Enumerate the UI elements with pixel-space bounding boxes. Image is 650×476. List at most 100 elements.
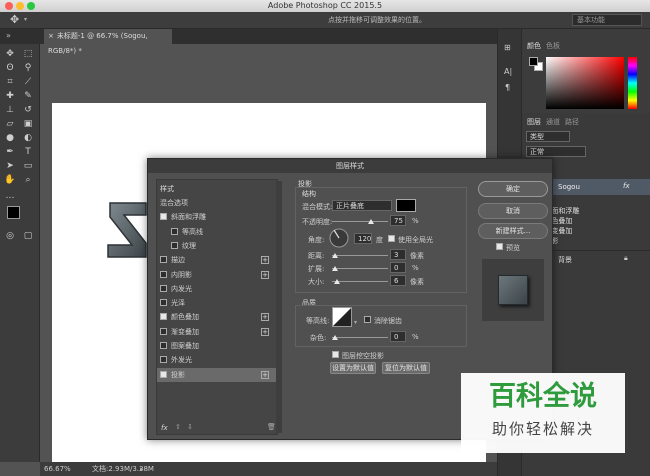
- tab-layers[interactable]: 图层: [527, 117, 541, 127]
- noise-slider-knob[interactable]: [332, 335, 338, 340]
- color-field[interactable]: [546, 57, 624, 109]
- type-icon[interactable]: T: [22, 146, 34, 158]
- style-row[interactable]: 等高线: [157, 225, 277, 239]
- add-style-fx-icon[interactable]: fx: [161, 424, 168, 432]
- marquee-icon[interactable]: ⬚: [22, 48, 34, 60]
- character-panel-icon[interactable]: A|: [504, 67, 512, 76]
- more-tools-icon[interactable]: …: [4, 190, 16, 202]
- pen-icon[interactable]: ✒: [4, 146, 16, 158]
- opacity-slider-track[interactable]: [332, 221, 388, 222]
- style-row[interactable]: 图案叠加: [157, 339, 277, 353]
- set-default-button[interactable]: 设置为默认值: [330, 362, 376, 374]
- spread-input[interactable]: 0: [390, 262, 406, 273]
- anti-alias-checkbox[interactable]: [364, 316, 371, 323]
- global-light-checkbox[interactable]: [388, 235, 395, 242]
- quick-select-icon[interactable]: ⚲: [22, 62, 34, 74]
- hand-icon[interactable]: ✋: [4, 174, 16, 186]
- screen-mode-icon[interactable]: ▢: [22, 230, 34, 242]
- layer-blend-mode-select[interactable]: 正常: [526, 146, 586, 157]
- noise-slider-track[interactable]: [332, 337, 388, 338]
- style-row[interactable]: 渐变叠加 +: [157, 325, 277, 339]
- style-checkbox[interactable]: [160, 299, 167, 307]
- layer-fx-icon[interactable]: fx: [623, 182, 630, 190]
- add-effect-instance-icon[interactable]: +: [261, 327, 269, 336]
- paragraph-panel-icon[interactable]: ¶: [505, 83, 510, 92]
- style-row[interactable]: 描边 +: [157, 253, 277, 267]
- panel-foreground-swatch[interactable]: [529, 57, 538, 66]
- shadow-color-swatch[interactable]: [396, 199, 416, 212]
- style-list-scrollbar[interactable]: [276, 181, 282, 433]
- noise-input[interactable]: 0: [390, 331, 406, 342]
- zoom-icon[interactable]: ⌕: [22, 174, 34, 186]
- style-checkbox[interactable]: [160, 213, 167, 221]
- status-arrow-icon[interactable]: ▸: [140, 462, 144, 476]
- opacity-slider-knob[interactable]: [368, 219, 374, 224]
- delete-effect-icon[interactable]: 🗑︎: [267, 423, 276, 431]
- rectangle-icon[interactable]: ▭: [22, 160, 34, 172]
- minimize-window-button[interactable]: [16, 2, 24, 10]
- preview-checkbox[interactable]: [496, 243, 503, 250]
- style-row[interactable]: 光泽: [157, 296, 277, 310]
- distance-input[interactable]: 3: [390, 249, 406, 260]
- close-tab-icon[interactable]: ×: [48, 32, 54, 40]
- eraser-icon[interactable]: ▱: [4, 118, 16, 130]
- gradient-icon[interactable]: ▣: [22, 118, 34, 130]
- spread-slider-knob[interactable]: [332, 266, 338, 271]
- clone-stamp-icon[interactable]: ⊥: [4, 104, 16, 116]
- layer-filter-select[interactable]: 类型: [526, 131, 570, 142]
- cancel-button[interactable]: 取消: [478, 203, 548, 219]
- tab-channels[interactable]: 通道: [546, 117, 560, 127]
- style-checkbox[interactable]: [160, 284, 167, 292]
- angle-dial[interactable]: [328, 227, 350, 249]
- document-tab[interactable]: × 未标题-1 @ 66.7% (Sogou, RGB/8*) *: [44, 29, 172, 55]
- close-window-button[interactable]: [5, 2, 13, 10]
- reset-default-button[interactable]: 复位为默认值: [382, 362, 430, 374]
- tool-preset-chevron-icon[interactable]: ▾: [24, 16, 27, 23]
- eyedropper-icon[interactable]: ⟋: [22, 76, 34, 88]
- size-slider-knob[interactable]: [334, 279, 340, 284]
- style-row[interactable]: 混合选项: [157, 196, 277, 210]
- history-panel-icon[interactable]: ⊞: [504, 43, 511, 52]
- tab-color[interactable]: 颜色: [527, 41, 541, 51]
- style-checkbox[interactable]: [160, 327, 167, 335]
- style-row[interactable]: 内发光: [157, 282, 277, 296]
- spread-slider-track[interactable]: [332, 268, 388, 269]
- add-effect-instance-icon[interactable]: +: [261, 256, 269, 265]
- lasso-icon[interactable]: ʘ: [4, 62, 16, 74]
- brush-icon[interactable]: ✎: [22, 90, 34, 102]
- move-icon[interactable]: ✥: [4, 48, 16, 60]
- blur-icon[interactable]: ●: [4, 132, 16, 144]
- dodge-icon[interactable]: ◐: [22, 132, 34, 144]
- add-effect-instance-icon[interactable]: +: [261, 370, 269, 379]
- history-brush-icon[interactable]: ↺: [22, 104, 34, 116]
- style-row[interactable]: 纹理: [157, 239, 277, 253]
- style-checkbox[interactable]: [160, 356, 167, 364]
- style-row[interactable]: 外发光: [157, 353, 277, 367]
- style-checkbox[interactable]: [160, 342, 167, 349]
- ok-button[interactable]: 确定: [478, 181, 548, 197]
- distance-slider-knob[interactable]: [332, 253, 338, 258]
- zoom-level[interactable]: 66.67%: [44, 462, 71, 476]
- maximize-window-button[interactable]: [27, 2, 35, 10]
- style-row[interactable]: 颜色叠加 +: [157, 310, 277, 324]
- crop-icon[interactable]: ⌗: [4, 76, 16, 88]
- add-effect-instance-icon[interactable]: +: [261, 313, 269, 322]
- contour-picker[interactable]: [332, 307, 352, 327]
- healing-brush-icon[interactable]: ✚: [4, 90, 16, 102]
- style-row[interactable]: 斜面和浮雕: [157, 210, 277, 224]
- tab-swatches[interactable]: 色板: [546, 41, 560, 51]
- style-checkbox[interactable]: [160, 270, 167, 278]
- collapse-arrows-icon[interactable]: »: [6, 31, 11, 40]
- contour-chevron-icon[interactable]: ▾: [354, 319, 357, 326]
- style-checkbox[interactable]: [160, 370, 167, 378]
- style-checkbox[interactable]: [160, 256, 167, 264]
- angle-input[interactable]: 120: [354, 233, 372, 244]
- size-input[interactable]: 6: [390, 275, 406, 286]
- new-style-button[interactable]: 新建样式...: [478, 223, 548, 239]
- style-row[interactable]: 内阴影 +: [157, 268, 277, 282]
- workspace-switcher[interactable]: 基本功能: [572, 14, 642, 26]
- style-checkbox[interactable]: [171, 227, 178, 235]
- path-select-icon[interactable]: ➤: [4, 160, 16, 172]
- style-checkbox[interactable]: [160, 313, 167, 321]
- move-up-icon[interactable]: ⇧: [175, 423, 181, 431]
